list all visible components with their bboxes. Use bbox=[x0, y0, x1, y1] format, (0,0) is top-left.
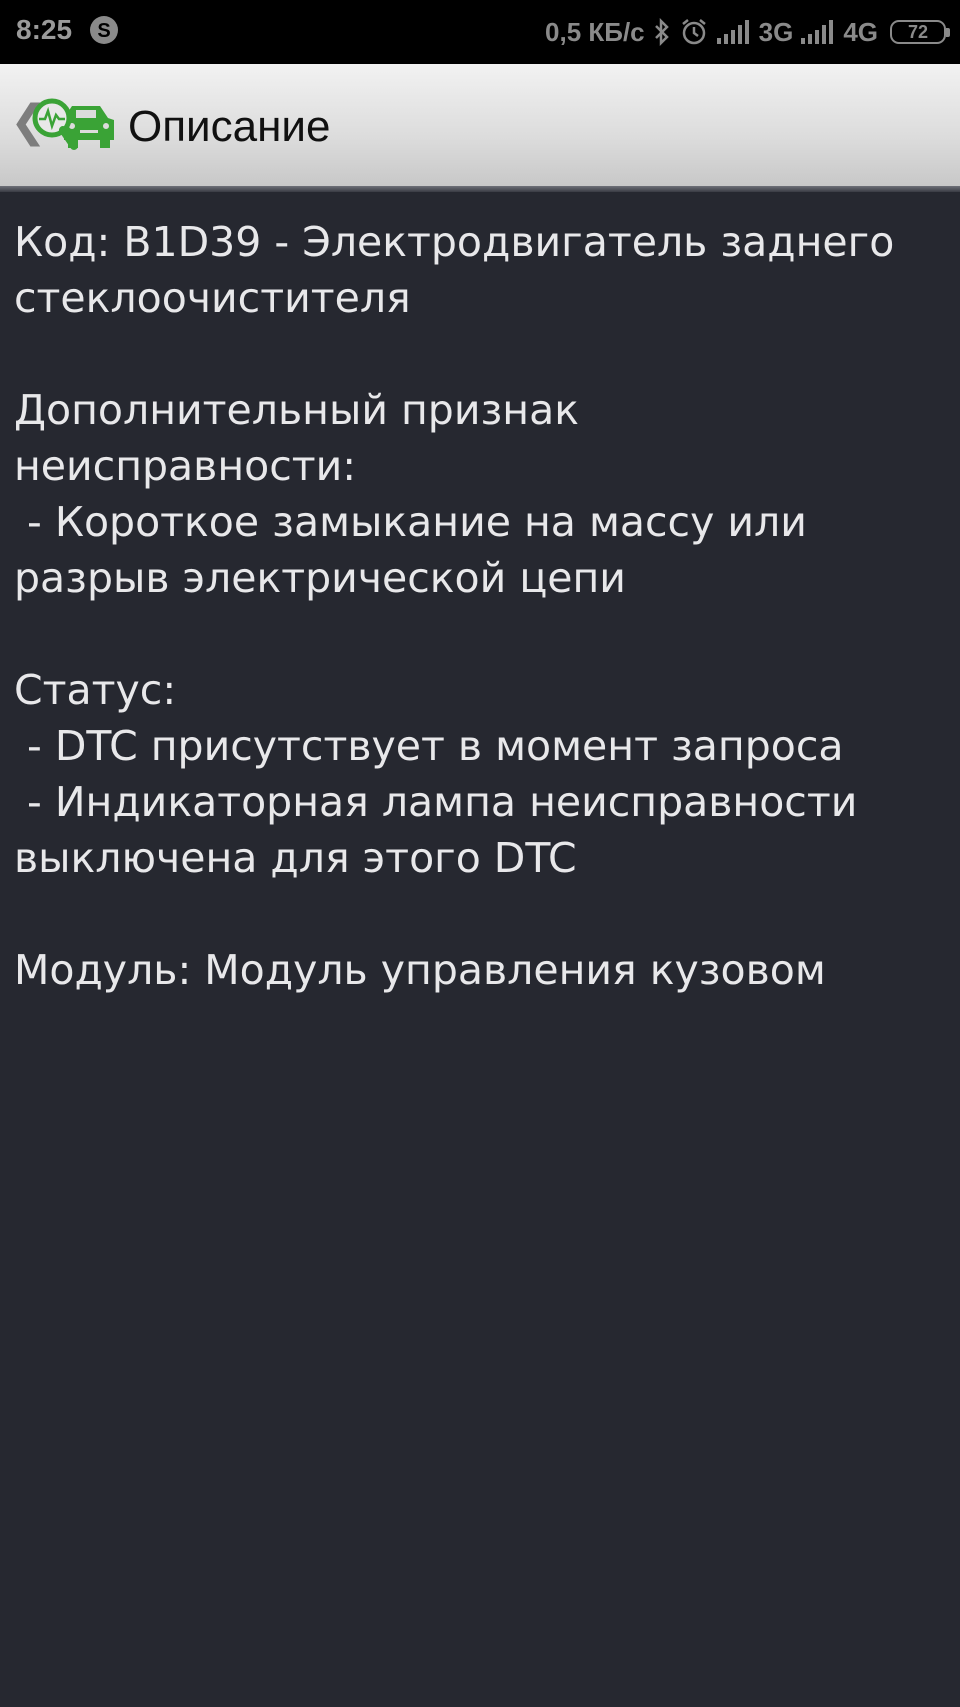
status-time: 8:25 bbox=[16, 14, 73, 45]
extra-symptom-heading-1: Дополнительный признак bbox=[14, 386, 579, 434]
signal-icon bbox=[716, 20, 749, 44]
app-bar-divider bbox=[0, 186, 960, 192]
status-bar: 8:25 S 0,5 КБ/с 3G 4G 72 bbox=[0, 0, 960, 64]
extra-symptom-item-1: - Короткое замыкание на массу или bbox=[14, 498, 807, 546]
status-item-2-cont: выключена для этого DTC bbox=[14, 834, 577, 882]
module-line: Модуль: Модуль управления кузовом bbox=[14, 946, 826, 994]
status-item-1: - DTC присутствует в момент запроса bbox=[14, 722, 844, 770]
alarm-icon bbox=[681, 19, 706, 45]
battery-level: 72 bbox=[907, 22, 929, 42]
signal-icon-2 bbox=[801, 20, 834, 44]
dtc-code-line-1: Код: B1D39 - Электродвигатель заднего bbox=[14, 218, 895, 266]
network-type-1: 3G bbox=[758, 16, 794, 47]
bluetooth-icon bbox=[654, 18, 669, 46]
status-heading: Статус: bbox=[14, 666, 177, 714]
description-content: Код: B1D39 - Электродвигатель заднего ст… bbox=[14, 214, 944, 998]
page-title: Описание bbox=[128, 102, 331, 151]
svg-text:S: S bbox=[97, 20, 110, 42]
battery-icon: 72 bbox=[890, 20, 950, 44]
extra-symptom-item-1-cont: разрыв электрической цепи bbox=[14, 554, 626, 602]
extra-symptom-heading-2: неисправности: bbox=[14, 442, 357, 490]
status-item-2: - Индикаторная лампа неисправности bbox=[14, 778, 858, 826]
network-type-2: 4G bbox=[843, 16, 878, 47]
dtc-code-line-2: стеклоочистителя bbox=[14, 274, 411, 322]
status-indicators: 0,5 КБ/с 3G 4G 72 bbox=[545, 14, 950, 50]
car-diagnostic-icon[interactable] bbox=[30, 96, 118, 156]
app-bar: ❮ Описание bbox=[0, 64, 960, 186]
skype-icon: S bbox=[90, 16, 118, 44]
network-speed: 0,5 КБ/с bbox=[545, 16, 645, 47]
